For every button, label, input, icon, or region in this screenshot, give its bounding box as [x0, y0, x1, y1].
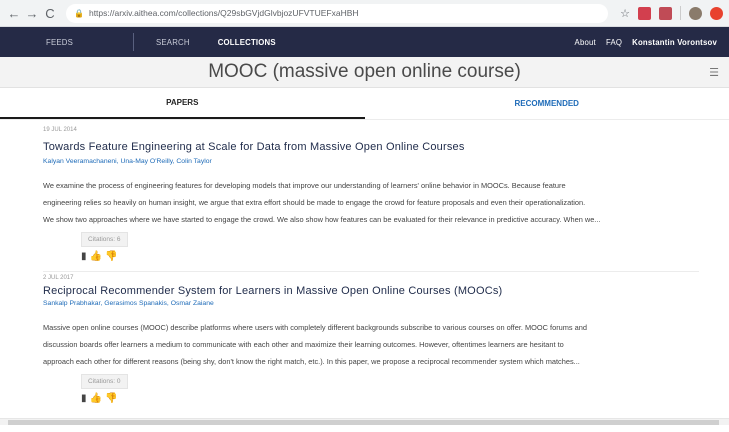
forward-icon[interactable]: →: [24, 6, 40, 21]
nav-about[interactable]: About: [570, 38, 601, 47]
paper-date: 2 JUL 2017: [43, 275, 74, 281]
toolbar-divider: [680, 6, 681, 20]
citations-badge: Citations: 6: [81, 232, 128, 247]
thumbs-down-icon[interactable]: 👎: [105, 393, 117, 404]
back-icon[interactable]: ←: [6, 6, 22, 21]
paper-date: 19 JUL 2014: [43, 127, 77, 133]
lock-icon: 🔒: [74, 8, 84, 18]
address-bar[interactable]: 🔒 https://arxiv.aithea.com/collections/Q…: [66, 3, 609, 23]
paper-list: 19 JUL 2014 Towards Feature Engineering …: [0, 120, 729, 425]
collection-header: MOOC (massive open online course) ☰: [0, 57, 729, 88]
paper-item: 19 JUL 2014 Towards Feature Engineering …: [0, 120, 729, 272]
bookmark-icon[interactable]: ▮: [81, 251, 87, 262]
nav-collections[interactable]: COLLECTIONS: [204, 38, 290, 47]
citations-badge: Citations: 0: [81, 374, 128, 389]
abstract-line: approach each other for different reason…: [43, 357, 580, 366]
extension-icon-1[interactable]: [638, 6, 651, 20]
paper-action-icons: ▮ 👍 👎: [81, 393, 699, 404]
nav-feeds[interactable]: FEEDS: [0, 38, 87, 47]
tab-recommended[interactable]: RECOMMENDED: [365, 88, 729, 119]
profile-avatar[interactable]: [689, 6, 702, 20]
paper-abstract: We examine the process of engineering fe…: [43, 177, 699, 228]
paper-item: 2 JUL 2017 Reciprocal Recommender System…: [0, 275, 729, 404]
star-icon[interactable]: ☆: [620, 7, 630, 20]
tab-papers[interactable]: PAPERS: [0, 88, 365, 119]
collection-title: MOOC (massive open online course): [208, 61, 521, 82]
nav-faq[interactable]: FAQ: [601, 38, 627, 47]
bookmark-icon[interactable]: ▮: [81, 393, 87, 404]
paper-title[interactable]: Towards Feature Engineering at Scale for…: [43, 141, 699, 153]
thumbs-up-icon[interactable]: 👍: [90, 251, 102, 262]
tabs: PAPERS RECOMMENDED: [0, 88, 729, 120]
top-navigation: FEEDS SEARCH COLLECTIONS About FAQ Konst…: [0, 27, 729, 57]
paper-authors[interactable]: Kalyan Veeramachaneni, Una-May O'Reilly,…: [43, 158, 699, 165]
abstract-line: We show two approaches where we have sta…: [43, 215, 601, 224]
abstract-line: discussion boards offer learners a mediu…: [43, 340, 564, 349]
opera-icon[interactable]: [710, 6, 723, 20]
nav-search[interactable]: SEARCH: [142, 38, 204, 47]
paper-actions: Citations: 6 ▮ 👍 👎: [81, 228, 699, 262]
abstract-line: We examine the process of engineering fe…: [43, 181, 566, 190]
thumbs-down-icon[interactable]: 👎: [105, 251, 117, 262]
scrollbar-thumb[interactable]: [8, 420, 719, 425]
thumbs-up-icon[interactable]: 👍: [90, 393, 102, 404]
settings-sliders-icon[interactable]: ☰: [709, 66, 719, 79]
paper-actions: Citations: 0 ▮ 👍 👎: [81, 370, 699, 404]
abstract-line: engineering relies so heavily on human i…: [43, 198, 586, 207]
horizontal-scrollbar[interactable]: [0, 418, 729, 425]
abstract-line: Massive open online courses (MOOC) descr…: [43, 323, 587, 332]
paper-abstract: Massive open online courses (MOOC) descr…: [43, 319, 699, 370]
browser-toolbar: ← → C 🔒 https://arxiv.aithea.com/collect…: [0, 0, 729, 27]
paper-action-icons: ▮ 👍 👎: [81, 251, 699, 262]
paper-divider: [43, 271, 699, 272]
nav-user[interactable]: Konstantin Vorontsov: [627, 38, 729, 47]
reload-icon[interactable]: C: [42, 6, 58, 21]
paper-authors[interactable]: Sankalp Prabhakar, Gerasimos Spanakis, O…: [43, 300, 699, 307]
nav-divider: [133, 33, 134, 51]
url-text: https://arxiv.aithea.com/collections/Q29…: [88, 8, 359, 18]
extension-icon-2[interactable]: [659, 6, 672, 20]
paper-title[interactable]: Reciprocal Recommender System for Learne…: [43, 285, 699, 297]
